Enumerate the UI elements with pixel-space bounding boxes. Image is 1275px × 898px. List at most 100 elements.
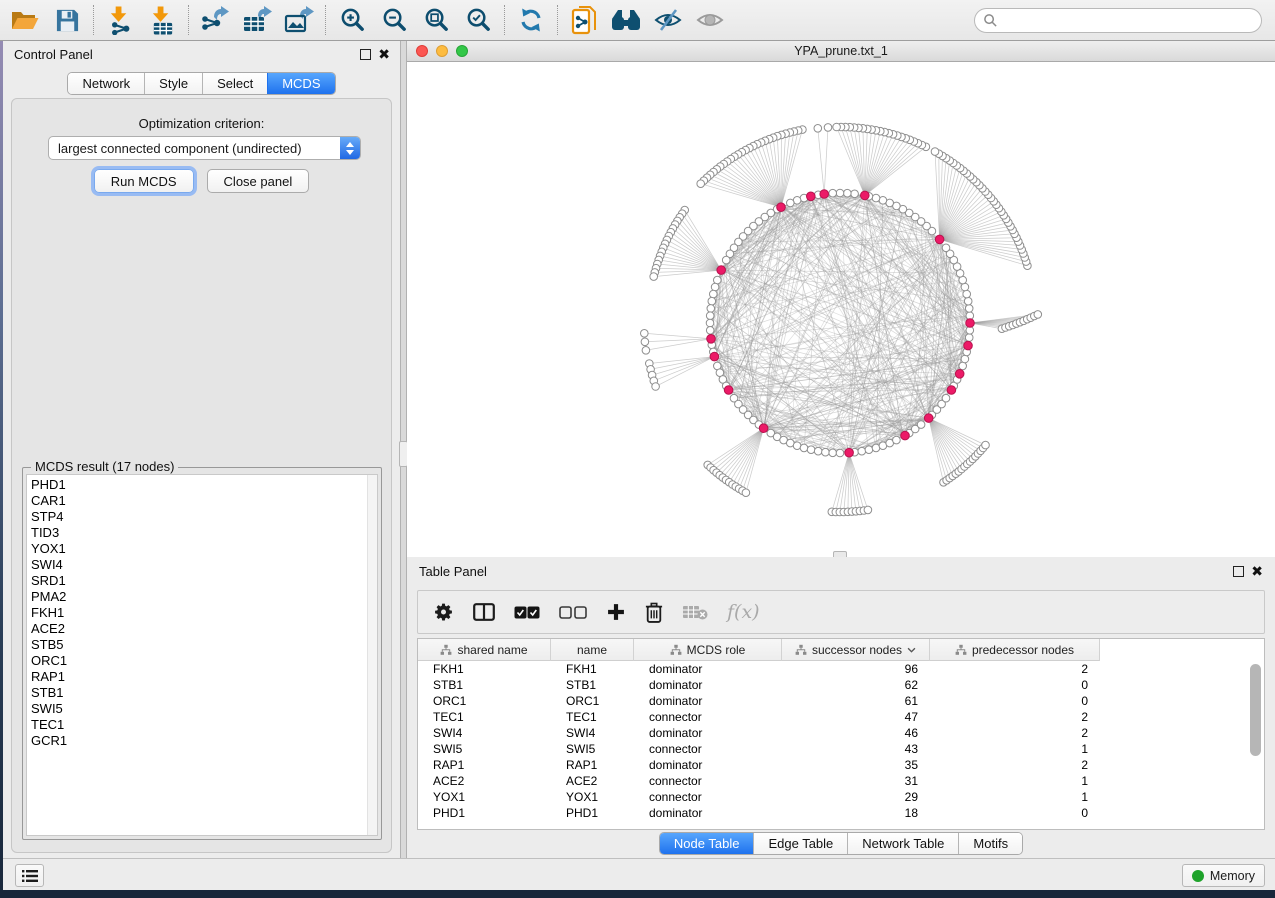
table-row[interactable]: ACE2ACE2connector311 [418,773,1264,789]
mcds-result-item[interactable]: ORC1 [31,653,365,669]
mcds-result-item[interactable]: STB1 [31,685,365,701]
column-header-predecessor-nodes[interactable]: predecessor nodes [930,639,1100,661]
table-row[interactable]: FKH1FKH1dominator962 [418,661,1264,677]
mcds-list-scrollbar[interactable] [367,475,377,835]
open-file-icon [10,7,40,33]
table-cell-successor_nodes: 35 [782,758,930,772]
table-scrollbar[interactable] [1250,664,1261,826]
export-table-button[interactable] [240,3,274,37]
delete-table-icon[interactable] [682,604,708,620]
show-graphics-details-button[interactable] [693,3,727,37]
close-panel-icon[interactable]: ✖ [1251,566,1263,577]
mcds-result-item[interactable]: PMA2 [31,589,365,605]
zoom-fit-icon [423,7,450,34]
table-scrollbar-thumb[interactable] [1250,664,1261,756]
export-network-button[interactable] [198,3,232,37]
optimization-criterion-dropdown[interactable]: largest connected component (undirected) [48,136,361,160]
table-row[interactable]: SWI5SWI5connector431 [418,741,1264,757]
memory-status-icon [1192,870,1204,882]
table-row[interactable]: RAP1RAP1dominator352 [418,757,1264,773]
mcds-result-list[interactable]: PHD1CAR1STP4TID3YOX1SWI4SRD1PMA2FKH1ACE2… [26,474,378,836]
zoom-fit-button[interactable] [419,3,453,37]
network-documents-button[interactable] [567,3,601,37]
close-panel-button[interactable]: Close panel [207,169,310,193]
split-table-icon[interactable] [473,603,495,621]
table-cell-mcds_role: dominator [634,678,782,692]
import-network-button[interactable] [103,3,137,37]
table-row[interactable]: ORC1ORC1dominator610 [418,693,1264,709]
network-canvas[interactable] [407,62,1275,557]
table-cell-name: YOX1 [551,790,634,804]
hide-graphics-details-button[interactable] [651,3,685,37]
main-toolbar [0,0,1275,41]
task-history-button[interactable] [15,864,44,887]
mcds-result-item[interactable]: YOX1 [31,541,365,557]
column-header-shared-name[interactable]: shared name [418,639,551,661]
function-builder-icon[interactable]: f(x) [727,601,760,623]
tab-network-table[interactable]: Network Table [847,833,958,854]
zoom-in-button[interactable] [335,3,369,37]
table-cell-shared_name: PHD1 [418,806,551,820]
table-row[interactable]: TEC1TEC1connector472 [418,709,1264,725]
mcds-result-item[interactable]: RAP1 [31,669,365,685]
mcds-result-item[interactable]: TID3 [31,525,365,541]
export-network-icon [200,6,230,34]
select-all-checkboxes-icon[interactable] [514,606,540,619]
table-tabbar: Node TableEdge TableNetwork TableMotifs [659,832,1023,855]
tab-mcds[interactable]: MCDS [267,73,334,94]
search-input[interactable] [998,11,1261,31]
import-table-button[interactable] [145,3,179,37]
search-box[interactable] [974,8,1262,33]
network-graph[interactable] [407,62,1275,557]
add-column-icon[interactable] [606,602,626,622]
save-session-button[interactable] [50,3,84,37]
table-row[interactable]: STB1STB1dominator620 [418,677,1264,693]
mcds-result-item[interactable]: TEC1 [31,717,365,733]
table-cell-mcds_role: dominator [634,806,782,820]
delete-columns-icon[interactable] [645,602,663,623]
mcds-result-item[interactable]: CAR1 [31,493,365,509]
memory-button[interactable]: Memory [1182,864,1265,887]
table-cell-name: RAP1 [551,758,634,772]
control-panel-titlebar: Control Panel ✖ [3,41,400,68]
tab-edge-table[interactable]: Edge Table [753,833,847,854]
mcds-result-item[interactable]: FKH1 [31,605,365,621]
tab-select[interactable]: Select [202,73,267,94]
open-file-button[interactable] [8,3,42,37]
graph-nodes[interactable] [641,123,1042,516]
column-header-MCDS-role[interactable]: MCDS role [634,639,782,661]
table-cell-shared_name: TEC1 [418,710,551,724]
close-panel-icon[interactable]: ✖ [378,49,390,60]
search-binoculars-button[interactable] [609,3,643,37]
refresh-button[interactable] [514,3,548,37]
zoom-out-button[interactable] [377,3,411,37]
table-row[interactable]: SWI4SWI4dominator462 [418,725,1264,741]
mcds-result-item[interactable]: PHD1 [31,477,365,493]
table-row[interactable]: YOX1YOX1connector291 [418,789,1264,805]
float-panel-icon[interactable] [360,49,371,60]
mcds-result-item[interactable]: STB5 [31,637,365,653]
run-mcds-button[interactable]: Run MCDS [94,169,194,193]
mcds-result-item[interactable]: SRD1 [31,573,365,589]
tab-node-table[interactable]: Node Table [660,833,754,854]
zoom-selected-button[interactable] [461,3,495,37]
column-header-label: shared name [457,643,527,657]
tab-motifs[interactable]: Motifs [958,833,1022,854]
tab-style[interactable]: Style [144,73,202,94]
node-table: shared name nameMCDS rolesuccessor nodesp… [417,638,1265,830]
mcds-result-item[interactable]: SWI5 [31,701,365,717]
tab-network[interactable]: Network [68,73,144,94]
export-image-icon [284,6,314,34]
mcds-result-item[interactable]: ACE2 [31,621,365,637]
application-window: Control Panel ✖ NetworkStyleSelectMCDS O… [0,0,1275,898]
export-image-button[interactable] [282,3,316,37]
column-header-successor-nodes[interactable]: successor nodes [782,639,930,661]
column-header-name[interactable]: name [551,639,634,661]
table-row[interactable]: PHD1PHD1dominator180 [418,805,1264,821]
mcds-result-item[interactable]: GCR1 [31,733,365,749]
mcds-result-item[interactable]: STP4 [31,509,365,525]
column-settings-gear-icon[interactable] [434,602,454,622]
deselect-all-checkboxes-icon[interactable] [559,606,587,619]
mcds-result-item[interactable]: SWI4 [31,557,365,573]
float-panel-icon[interactable] [1233,566,1244,577]
